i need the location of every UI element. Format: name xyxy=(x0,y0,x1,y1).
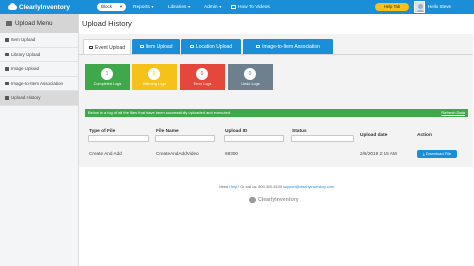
caret-down-icon: ▼ xyxy=(218,5,223,9)
cloud-logo-icon xyxy=(249,197,256,203)
stat-count: 0 xyxy=(148,68,160,80)
stat-completed-logs[interactable]: 1 Completed Logs xyxy=(85,64,130,90)
upload-icon xyxy=(5,38,9,42)
sidebar-item-label: Upload History xyxy=(11,95,41,101)
tab-label: Location Upload xyxy=(195,43,233,50)
column-header-type[interactable]: Type of File xyxy=(89,129,115,134)
refresh-icon xyxy=(139,44,144,49)
upload-icon xyxy=(5,52,9,56)
main-content: Upload History Event Upload Item Upload … xyxy=(79,14,474,266)
tv-icon xyxy=(231,5,236,9)
sidebar-item-upload-history[interactable]: Upload History xyxy=(0,91,78,106)
caret-down-icon: ▼ xyxy=(187,5,191,9)
refresh-data-link[interactable]: Refresh Data xyxy=(441,109,465,117)
how-to-videos-label: How To Videos xyxy=(238,4,270,10)
top-navbar: ClearlyInventory Block ▼ Reports▼ Librar… xyxy=(0,0,474,14)
sidebar-item-label: Library Upload xyxy=(11,51,41,57)
menu-admin[interactable]: Admin▼ xyxy=(204,0,222,14)
info-text: Below is a log of all the files that hav… xyxy=(88,110,232,115)
image-icon xyxy=(5,67,9,71)
logo-text: ClearlyInventory xyxy=(19,3,70,11)
menu-reports-label: Reports xyxy=(133,5,150,10)
filter-file-name-input[interactable] xyxy=(155,135,215,142)
stat-count: 0 xyxy=(244,68,256,80)
sidebar-item-image-to-item-association[interactable]: Image-to-Item Association xyxy=(0,77,78,91)
caret-down-icon: ▼ xyxy=(150,5,155,9)
sidebar-item-label: Item Upload xyxy=(11,37,36,43)
column-header-upload-date[interactable]: Upload date xyxy=(360,133,387,138)
column-header-action: Action xyxy=(417,133,432,138)
stat-count: 1 xyxy=(101,68,113,80)
stat-warning-logs[interactable]: 0 Warning Logs xyxy=(132,64,177,90)
help-tab-button[interactable]: Help Tab xyxy=(375,3,409,11)
upload-menu-icon xyxy=(6,21,12,26)
column-header-upload-id[interactable]: Upload ID xyxy=(225,129,247,134)
user-greeting[interactable]: Hello Steve xyxy=(428,0,451,14)
stat-count: 0 xyxy=(196,68,208,80)
store-selector-value: Block xyxy=(101,4,113,9)
tab-location-upload[interactable]: Location Upload xyxy=(181,39,241,54)
footer-logo: ClearlyInventory xyxy=(249,196,299,204)
column-header-status[interactable]: Status xyxy=(292,129,307,134)
tab-divider xyxy=(79,54,473,55)
refresh-icon xyxy=(88,45,93,50)
footer-help-text: Need Help? Or call us: 800-300-5100 supp… xyxy=(79,185,474,189)
app-logo[interactable]: ClearlyInventory xyxy=(8,2,70,12)
tab-label: Event Upload xyxy=(94,44,126,51)
footer-help-prefix: Need xyxy=(219,185,229,189)
user-avatar[interactable] xyxy=(414,1,425,13)
sidebar-title: Upload Menu xyxy=(15,20,53,27)
stat-label: Completed Logs xyxy=(93,82,122,86)
upload-history-card: Event Upload Item Upload Location Upload… xyxy=(79,34,473,167)
tab-label: Item Upload xyxy=(145,43,173,50)
tab-image-to-item-association[interactable]: Image-to-Item Association xyxy=(243,39,333,54)
tab-label: Image-to-Item Association xyxy=(262,43,320,50)
stat-label: Error Logs xyxy=(193,82,212,86)
page-title: Upload History xyxy=(82,19,132,28)
sidebar-item-library-upload[interactable]: Library Upload xyxy=(0,48,78,62)
menu-reports[interactable]: Reports▼ xyxy=(133,0,154,14)
footer-help-link[interactable]: Help xyxy=(229,185,237,189)
menu-libraries-label: Libraries xyxy=(168,5,187,10)
link-icon xyxy=(5,81,9,85)
info-banner: Below is a log of all the files that hav… xyxy=(85,109,468,117)
cell-upload-date: 2/6/2019 2:15 AM xyxy=(360,151,397,156)
cell-type: Create And Add xyxy=(89,151,122,156)
sidebar-item-label: Image-to-Item Association xyxy=(11,80,64,86)
download-file-button[interactable]: ⤓ Download File xyxy=(417,150,457,158)
tab-item-upload[interactable]: Item Upload xyxy=(132,39,180,54)
stat-label: Undo Logs xyxy=(241,82,260,86)
footer-help-middle: ? Or call us: 800-300-5100 xyxy=(237,185,282,189)
download-file-label: Download File xyxy=(425,151,452,156)
cell-file-name: CreateAndAddVideo xyxy=(156,151,199,156)
menu-admin-label: Admin xyxy=(204,5,218,10)
footer-email-link[interactable]: support@clearlyinventory.com xyxy=(283,185,334,189)
tab-event-upload[interactable]: Event Upload xyxy=(83,39,131,55)
refresh-icon xyxy=(256,44,261,49)
filter-status-input[interactable] xyxy=(291,135,354,142)
stat-error-logs[interactable]: 0 Error Logs xyxy=(180,64,225,90)
chevron-down-icon: ▼ xyxy=(119,4,123,9)
how-to-videos-link[interactable]: How To Videos xyxy=(231,0,270,14)
refresh-icon xyxy=(189,44,194,49)
filter-upload-id-input[interactable] xyxy=(224,135,284,142)
cell-upload-id: 68300 xyxy=(225,151,239,156)
store-selector[interactable]: Block ▼ xyxy=(97,3,126,11)
upload-sidebar: Upload Menu Item Upload Library Upload I… xyxy=(0,14,79,266)
sidebar-item-label: Image Upload xyxy=(11,66,40,72)
stat-label: Warning Logs xyxy=(142,82,167,86)
sidebar-header: Upload Menu xyxy=(0,14,78,33)
sidebar-item-image-upload[interactable]: Image Upload xyxy=(0,62,78,77)
history-icon xyxy=(5,96,9,100)
sidebar-item-item-upload[interactable]: Item Upload xyxy=(0,33,78,48)
cloud-logo-icon xyxy=(8,3,18,11)
column-header-file-name[interactable]: File Name xyxy=(156,129,179,134)
filter-type-input[interactable] xyxy=(88,135,149,142)
footer-logo-text: ClearlyInventory xyxy=(258,197,299,203)
menu-libraries[interactable]: Libraries▼ xyxy=(168,0,191,14)
stat-undo-logs[interactable]: 0 Undo Logs xyxy=(228,64,273,90)
